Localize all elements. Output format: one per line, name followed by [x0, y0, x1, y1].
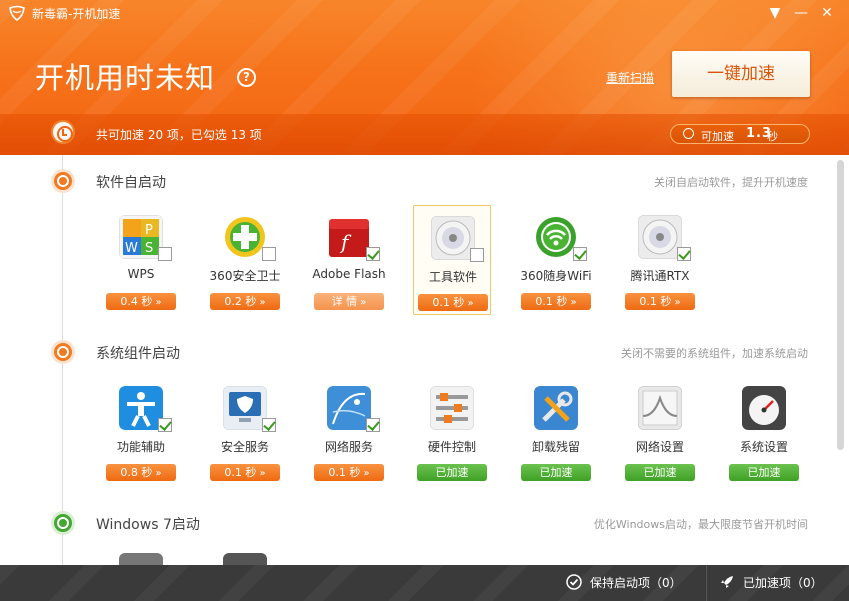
item-status-badge: 已加速: [729, 464, 799, 481]
header: 新毒霸-开机加速 ▼ — ✕ 开机用时未知 ? 重新扫描 一键加速 共可加速 2…: [0, 0, 849, 155]
saveable-time-badge: 可加速 1.3 秒: [670, 124, 810, 144]
startup-item-security-service[interactable]: 安全服务 0.1 秒: [206, 376, 284, 486]
section-desc-software: 关闭自启动软件，提升开机速度: [654, 176, 808, 189]
rocket-icon: [721, 576, 733, 588]
startup-item-360-wifi[interactable]: 360随身WiFi 0.1 秒: [517, 205, 595, 315]
item-label: 工具软件: [428, 270, 477, 284]
menu-dropdown-icon[interactable]: ▼: [766, 4, 784, 22]
startup-item-hardware-control[interactable]: 硬件控制 已加速: [413, 376, 491, 486]
minimize-button[interactable]: —: [792, 4, 810, 22]
item-time-button[interactable]: 0.4 秒: [106, 293, 176, 310]
wps-icon: P W S: [119, 215, 163, 259]
keep-startup-items-button[interactable]: 保持启动项（0）: [566, 565, 696, 601]
rescan-link[interactable]: 重新扫描: [606, 69, 654, 86]
title-bar: 新毒霸-开机加速 ▼ — ✕: [0, 0, 849, 26]
accessibility-icon: [119, 386, 163, 430]
close-button[interactable]: ✕: [818, 4, 836, 22]
item-checkbox[interactable]: [158, 418, 172, 432]
item-checkbox[interactable]: [470, 248, 484, 262]
item-time-button[interactable]: 0.1 秒: [314, 464, 384, 481]
item-checkbox[interactable]: [262, 247, 276, 261]
partial-item-icon: [119, 553, 163, 565]
partial-item-icon: [223, 553, 267, 565]
svg-text:S: S: [145, 241, 153, 256]
window-title: 新毒霸-开机加速: [32, 7, 121, 21]
item-label: 360安全卫士: [209, 269, 281, 283]
item-label: Adobe Flash: [312, 267, 386, 281]
item-time-button[interactable]: 0.2 秒: [210, 293, 280, 310]
page-title: 开机用时未知: [35, 61, 216, 95]
scrollbar[interactable]: [837, 160, 844, 450]
svg-text:W: W: [125, 241, 138, 256]
wifi-icon: [536, 217, 576, 257]
startup-item-accessibility[interactable]: 功能辅助 0.8 秒: [102, 376, 180, 486]
item-label: 腾讯通RTX: [630, 269, 690, 283]
item-label: 硬件控制: [427, 440, 476, 454]
software-autostart-icon: [51, 169, 75, 193]
item-label: 系统设置: [739, 440, 788, 454]
item-checkbox[interactable]: [366, 247, 380, 261]
tools-icon: [534, 386, 578, 430]
network-icon: [327, 386, 371, 430]
help-icon[interactable]: ?: [237, 68, 256, 87]
item-checkbox[interactable]: [366, 418, 380, 432]
clock-icon: [51, 120, 75, 144]
item-checkbox[interactable]: [677, 247, 691, 261]
chart-icon: [638, 386, 682, 430]
item-time-button[interactable]: 0.1 秒: [625, 293, 695, 310]
item-checkbox[interactable]: [573, 247, 587, 261]
section-title-system: 系统组件启动: [96, 346, 180, 362]
one-click-accelerate-button[interactable]: 一键加速: [672, 51, 810, 97]
footer-bar: 保持启动项（0） 已加速项（0）: [0, 565, 849, 601]
startup-item-network-service[interactable]: 网络服务 0.1 秒: [310, 376, 388, 486]
section-desc-windows: 优化Windows启动，最大限度节省开机时间: [593, 518, 808, 531]
item-checkbox[interactable]: [158, 247, 172, 261]
windows-logo-icon: [51, 511, 75, 535]
item-time-button[interactable]: 0.8 秒: [106, 464, 176, 481]
item-time-button[interactable]: 0.1 秒: [521, 293, 591, 310]
item-checkbox[interactable]: [262, 418, 276, 432]
item-status-badge: 已加速: [521, 464, 591, 481]
section-title-windows: Windows 7启动: [96, 517, 200, 533]
stopwatch-icon: [683, 128, 694, 139]
startup-item-uninstall-leftover[interactable]: 卸载残留 已加速: [517, 376, 595, 486]
item-time-button[interactable]: 0.1 秒: [418, 294, 488, 311]
section-desc-system: 关闭不需要的系统组件，加速系统启动: [621, 347, 808, 360]
check-circle-icon: [566, 574, 582, 590]
item-label: 360随身WiFi: [520, 269, 592, 283]
item-status-badge: 已加速: [625, 464, 695, 481]
app-logo-icon: [9, 5, 25, 21]
disc-icon: [638, 215, 682, 259]
item-label: 功能辅助: [116, 440, 165, 454]
svg-text:P: P: [145, 223, 153, 238]
startup-item-wps[interactable]: P W S WPS 0.4 秒: [102, 205, 180, 315]
item-label: 卸载残留: [531, 440, 580, 454]
item-label: WPS: [127, 267, 155, 281]
startup-items-panel: 软件自启动 关闭自启动软件，提升开机速度 P W S WPS 0.4 秒 360…: [0, 155, 849, 565]
startup-item-rtx[interactable]: 腾讯通RTX 0.1 秒: [621, 205, 699, 315]
item-label: 网络服务: [324, 440, 373, 454]
item-detail-button[interactable]: 详 情: [314, 293, 384, 310]
disc-icon: [431, 216, 475, 260]
item-label: 安全服务: [220, 440, 269, 454]
section-title-software: 软件自启动: [96, 175, 166, 191]
adobe-flash-icon: f: [329, 219, 369, 257]
gauge-icon: [742, 386, 786, 430]
sliders-icon: [430, 386, 474, 430]
startup-item-system-settings[interactable]: 系统设置 已加速: [725, 376, 803, 486]
item-status-badge: 已加速: [417, 464, 487, 481]
saveable-unit: 秒: [767, 130, 778, 143]
startup-item-network-settings[interactable]: 网络设置 已加速: [621, 376, 699, 486]
item-time-button[interactable]: 0.1 秒: [210, 464, 280, 481]
startup-item-360-safe[interactable]: 360安全卫士 0.2 秒: [206, 205, 284, 315]
startup-item-adobe-flash[interactable]: f Adobe Flash 详 情: [310, 205, 388, 315]
item-label: 网络设置: [635, 440, 684, 454]
accelerated-items-button[interactable]: 已加速项（0）: [706, 565, 846, 601]
startup-item-tools[interactable]: 工具软件 0.1 秒: [413, 205, 491, 315]
saveable-label: 可加速: [701, 130, 734, 143]
security-monitor-icon: [223, 386, 267, 430]
system-component-icon: [51, 340, 75, 364]
360-safe-icon: [225, 217, 265, 257]
summary-text: 共可加速 20 项，已勾选 13 项: [96, 128, 262, 142]
